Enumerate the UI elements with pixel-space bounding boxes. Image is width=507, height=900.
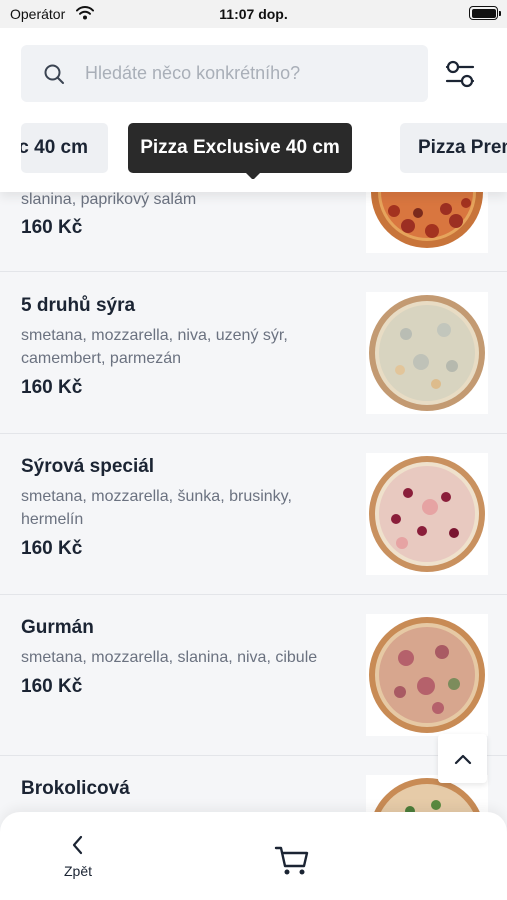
category-tabs: Pizza Classic 40 cm Pizza Exclusive 40 c… <box>0 123 507 179</box>
scroll-top-button[interactable] <box>438 734 487 783</box>
product-price: 160 Kč <box>21 538 83 559</box>
product-item[interactable]: Gurmán smetana, mozzarella, slanina, niv… <box>0 595 507 756</box>
search-bar[interactable] <box>21 45 428 102</box>
cart-button[interactable] <box>272 840 312 880</box>
product-price: 160 Kč <box>21 217 83 238</box>
status-bar: Operátor 11:07 dop. <box>0 0 507 28</box>
bottom-bar: Zpět <box>0 812 507 900</box>
battery-icon <box>469 6 501 20</box>
product-image <box>366 614 488 736</box>
chevron-left-icon <box>72 835 83 855</box>
category-tab[interactable]: Pizza Classic 40 cm <box>21 123 108 173</box>
product-name: Gurmán <box>21 617 94 638</box>
back-button[interactable]: Zpět <box>54 834 102 884</box>
category-tab-active[interactable]: Pizza Exclusive 40 cm <box>128 123 352 179</box>
product-name: Brokolicová <box>21 778 130 799</box>
header: Pizza Classic 40 cm Pizza Exclusive 40 c… <box>0 28 507 192</box>
product-description: smetana, mozzarella, niva, uzený sýr, ca… <box>21 327 288 367</box>
sliders-icon <box>445 60 475 88</box>
search-icon <box>43 63 65 90</box>
filter-button[interactable] <box>440 56 480 92</box>
product-description: smetana, mozzarella, slanina, niva, cibu… <box>21 649 318 666</box>
product-item[interactable]: Sýrová speciál smetana, mozzarella, šunk… <box>0 434 507 595</box>
product-image <box>366 453 488 575</box>
product-description: smetana, mozzarella, šunka, brusinky, he… <box>21 488 292 528</box>
product-price: 160 Kč <box>21 377 83 398</box>
product-image <box>366 292 488 414</box>
cart-icon <box>274 846 309 875</box>
product-item[interactable]: 5 druhů sýra smetana, mozzarella, niva, … <box>0 273 507 434</box>
clock: 11:07 dop. <box>219 6 288 22</box>
search-input[interactable] <box>85 45 415 102</box>
product-name: Sýrová speciál <box>21 456 155 477</box>
category-tab[interactable]: Pizza Premium 40 cm <box>400 123 507 173</box>
chevron-up-icon <box>454 754 471 764</box>
back-label: Zpět <box>63 863 92 879</box>
product-price: 160 Kč <box>21 676 83 697</box>
product-name: 5 druhů sýra <box>21 295 136 316</box>
